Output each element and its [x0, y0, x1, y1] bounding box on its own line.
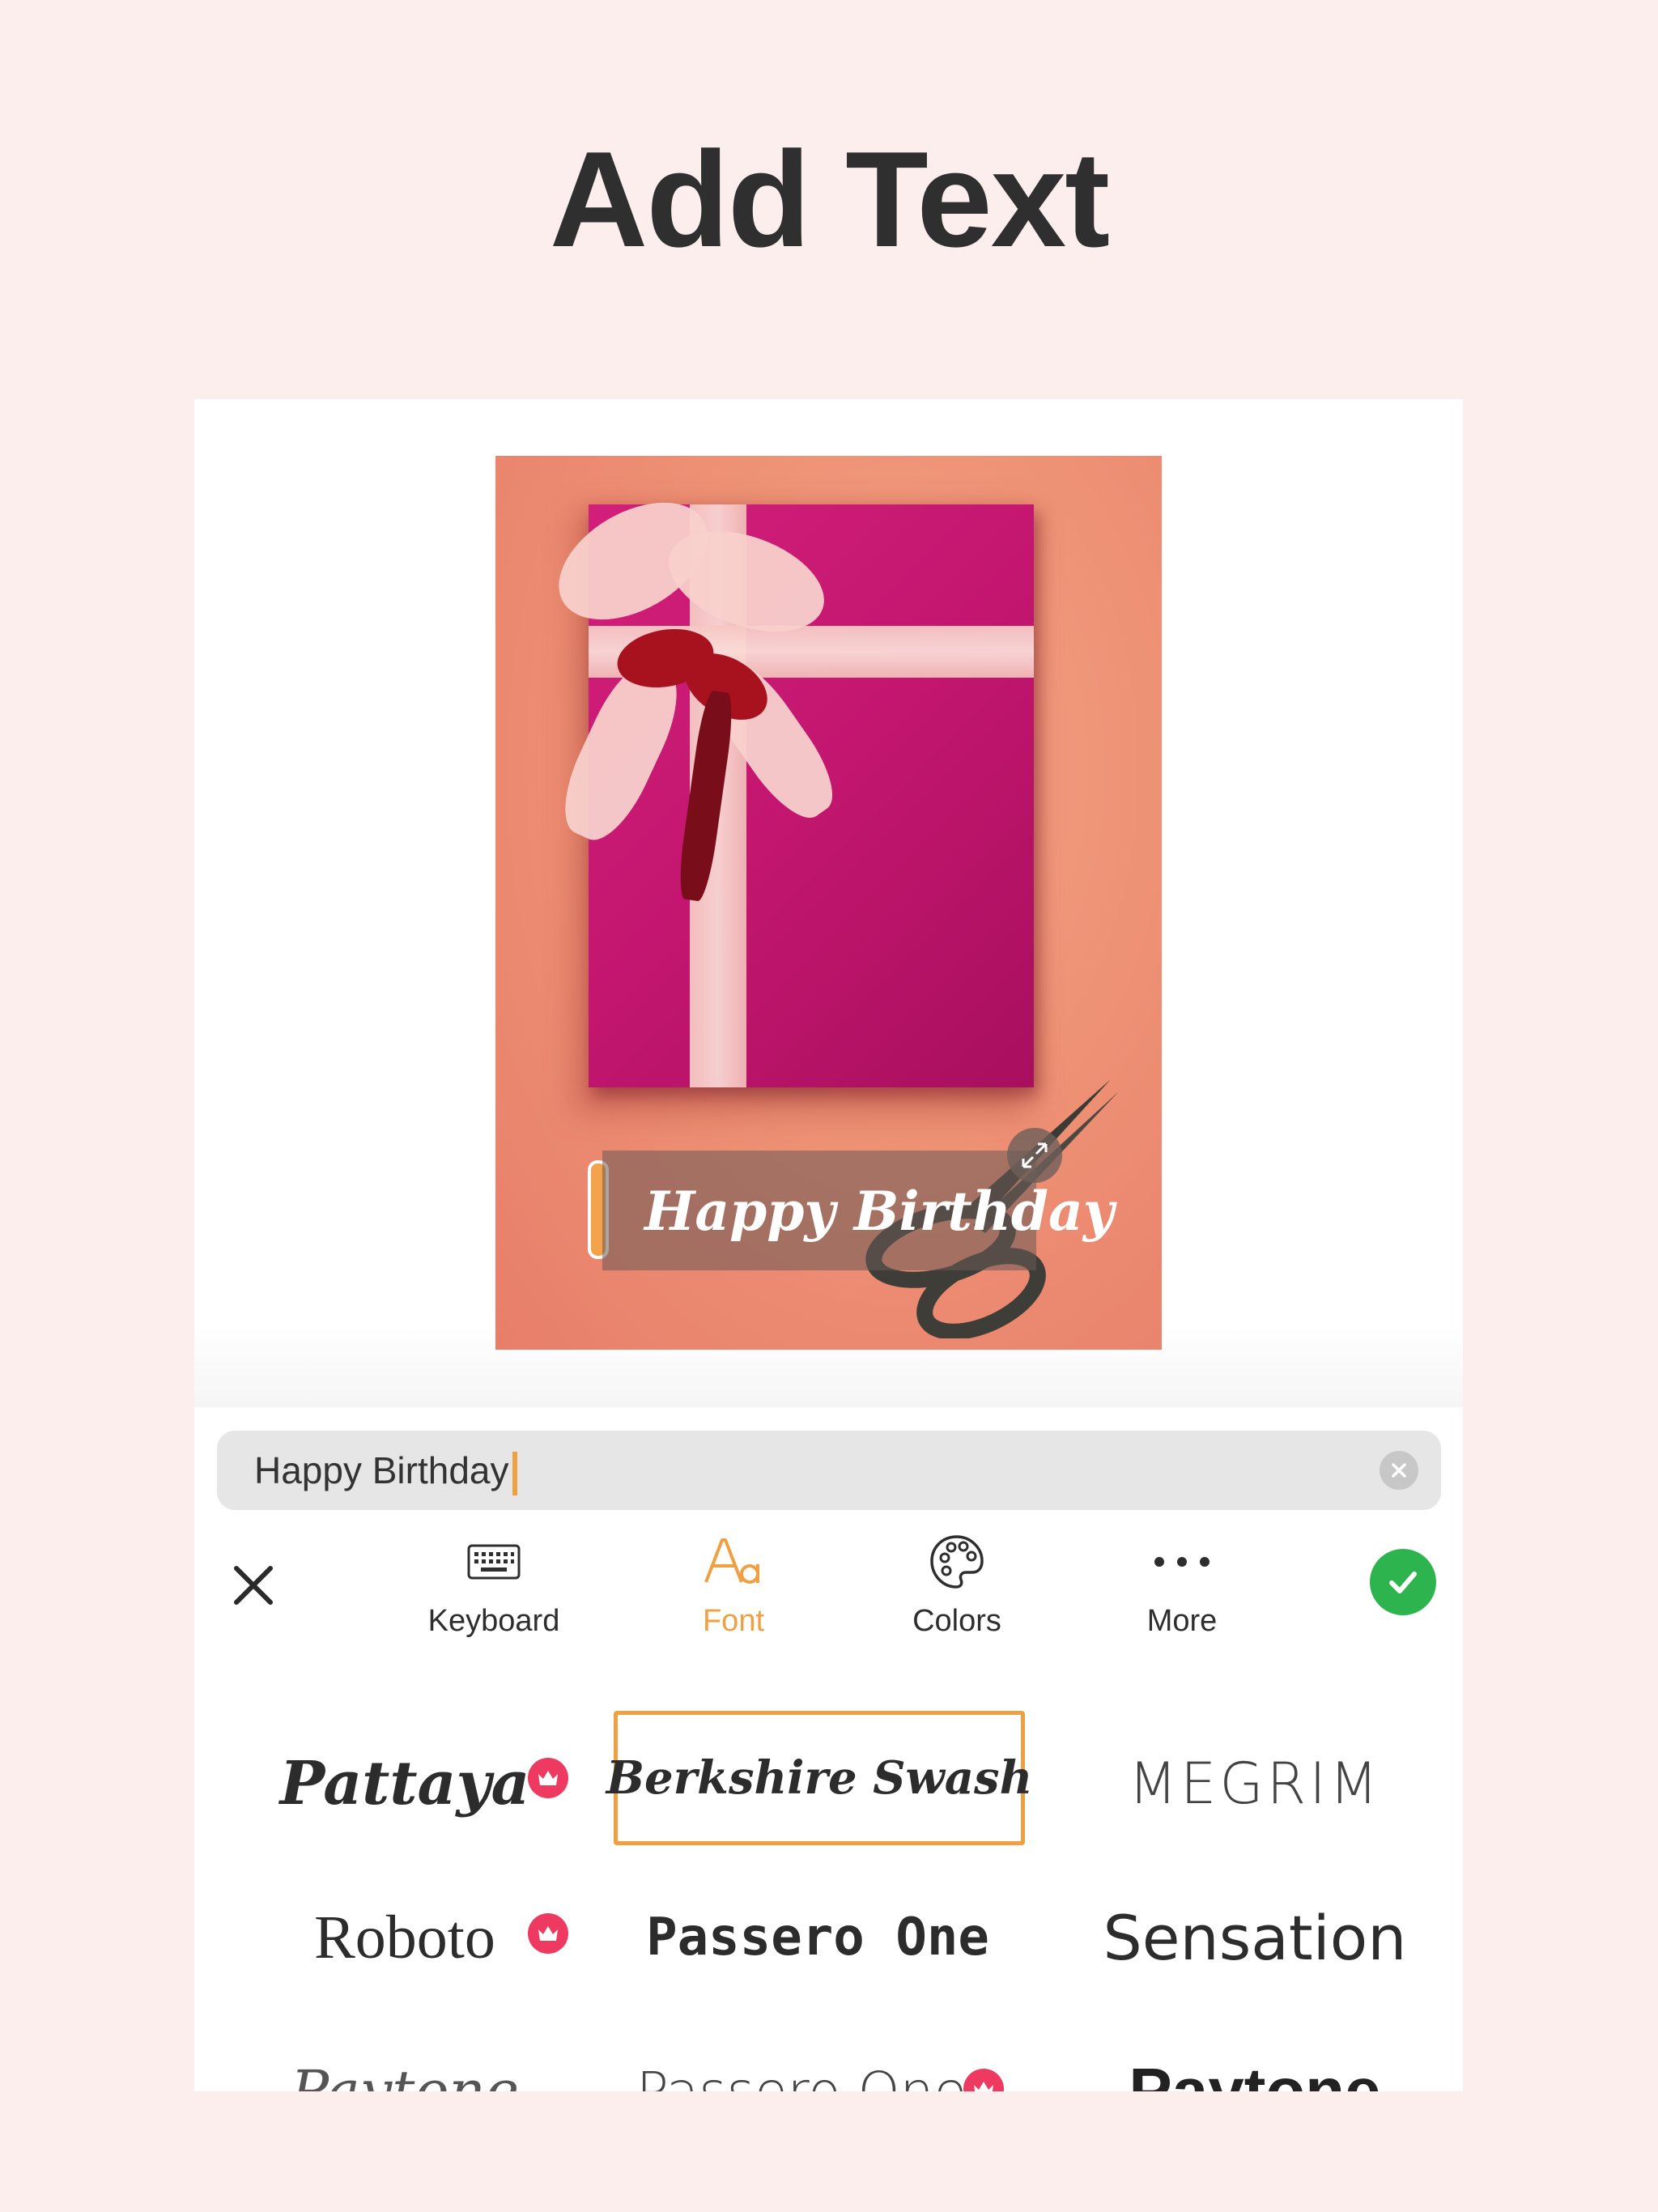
- close-icon: [1392, 1463, 1406, 1478]
- font-option-label: Paytone: [1129, 2055, 1381, 2091]
- font-option-passero-one-light[interactable]: Passero One: [615, 2027, 988, 2092]
- font-option-label: Passero One: [646, 1908, 989, 1967]
- text-input-wrapper: Happy Birthday: [254, 1448, 517, 1495]
- font-option-sensation[interactable]: Sensation: [1093, 1873, 1417, 2002]
- tab-keyboard-label: Keyboard: [427, 1604, 560, 1638]
- text-overlay-label: Happy Birthday: [644, 1180, 1115, 1243]
- tab-colors-label: Colors: [912, 1604, 1001, 1638]
- clear-input-button[interactable]: [1380, 1451, 1418, 1490]
- font-option-label: Pattaya: [279, 1749, 530, 1819]
- tab-colors[interactable]: Colors: [868, 1529, 1046, 1639]
- page-headline: Add Text: [549, 123, 1110, 275]
- font-option-megrim[interactable]: MEGRIM: [1109, 1719, 1401, 1848]
- font-option-label: Berkshire Swash: [606, 1751, 1033, 1805]
- text-input-value: Happy Birthday: [254, 1449, 509, 1491]
- font-option-label: Passero One: [636, 2060, 967, 2092]
- confirm-button[interactable]: [1370, 1549, 1436, 1615]
- tab-font-label: Font: [702, 1604, 765, 1638]
- text-overlay-box[interactable]: Happy Birthday: [602, 1151, 1114, 1270]
- palette-icon: [930, 1535, 984, 1589]
- font-option-paytone-bold[interactable]: Paytone: [1093, 2027, 1417, 2091]
- tab-more-label: More: [1146, 1604, 1218, 1638]
- tab-font[interactable]: Font: [644, 1529, 823, 1639]
- font-option-roboto[interactable]: Roboto: [259, 1873, 551, 2002]
- font-option-passero-one[interactable]: Passero One: [623, 1873, 1012, 2002]
- font-option-label: Sensation: [1103, 1901, 1407, 1974]
- font-option-label: Roboto: [314, 1903, 495, 1972]
- tab-keyboard[interactable]: Keyboard: [405, 1529, 583, 1639]
- font-icon: [704, 1538, 759, 1584]
- resize-handle[interactable]: [1007, 1128, 1062, 1183]
- font-option-label: MEGRIM: [1128, 1750, 1382, 1817]
- cancel-button[interactable]: [225, 1557, 282, 1614]
- expand-icon: [1022, 1142, 1048, 1168]
- font-grid: Pattaya Berkshire Swash MEGRIM Roboto Pa…: [194, 1711, 1463, 2091]
- more-dots-icon: [1154, 1557, 1209, 1567]
- checkmark-icon: [1389, 1572, 1417, 1593]
- crown-icon: [528, 1913, 568, 1954]
- canvas-area: Happy Birthday: [194, 399, 1463, 1407]
- crown-icon: [528, 1758, 568, 1798]
- keyboard-icon: [467, 1544, 521, 1580]
- font-option-pattaya[interactable]: Pattaya: [259, 1719, 551, 1848]
- tab-more[interactable]: More: [1093, 1529, 1271, 1639]
- font-option-berkshire-swash[interactable]: Berkshire Swash: [606, 1711, 1032, 1845]
- editor-panel: Happy Birthday Happy Birthday Keyboard F…: [194, 399, 1463, 2091]
- text-caret: [512, 1451, 517, 1495]
- font-option-paytone-script[interactable]: Paytone: [259, 2027, 551, 2091]
- photo-canvas[interactable]: Happy Birthday: [495, 456, 1162, 1350]
- text-input-field[interactable]: Happy Birthday: [217, 1431, 1441, 1510]
- font-option-label: Paytone: [290, 2058, 520, 2091]
